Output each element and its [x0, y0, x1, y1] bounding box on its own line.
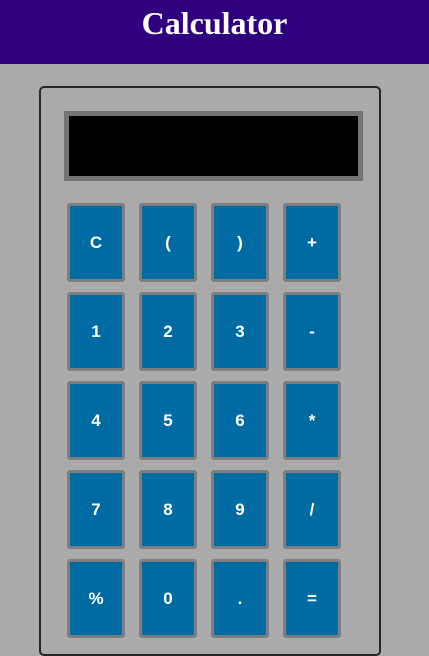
- key-label: 1: [91, 321, 101, 341]
- calculator-body: C ( ) + 1 2 3 - 4 5 6 * 7 8 9 / % 0 . =: [39, 86, 381, 656]
- key-label: 8: [163, 499, 173, 519]
- close-paren-button[interactable]: ): [211, 203, 269, 282]
- key-label: C: [89, 232, 103, 252]
- divide-button[interactable]: /: [283, 470, 341, 549]
- key-label: *: [308, 410, 316, 430]
- minus-button[interactable]: -: [283, 292, 341, 371]
- app-header: Calculator: [0, 0, 429, 64]
- key-label: .: [237, 588, 243, 608]
- key-label: 7: [91, 499, 101, 519]
- digit-2-button[interactable]: 2: [139, 292, 197, 371]
- calculator-display: [64, 111, 363, 181]
- digit-5-button[interactable]: 5: [139, 381, 197, 460]
- key-label: 4: [91, 410, 101, 430]
- digit-9-button[interactable]: 9: [211, 470, 269, 549]
- digit-8-button[interactable]: 8: [139, 470, 197, 549]
- key-label: 6: [235, 410, 245, 430]
- digit-0-button[interactable]: 0: [139, 559, 197, 638]
- key-label: 2: [163, 321, 173, 341]
- plus-button[interactable]: +: [283, 203, 341, 282]
- digit-1-button[interactable]: 1: [67, 292, 125, 371]
- key-label: (: [165, 232, 171, 252]
- key-label: -: [309, 321, 315, 341]
- key-label: 9: [235, 499, 245, 519]
- key-label: ): [237, 232, 243, 252]
- key-label: 3: [235, 321, 245, 341]
- key-label: +: [307, 232, 317, 252]
- clear-button[interactable]: C: [67, 203, 125, 282]
- key-label: /: [309, 499, 315, 519]
- key-label: 0: [163, 588, 173, 608]
- digit-3-button[interactable]: 3: [211, 292, 269, 371]
- page-title: Calculator: [141, 5, 288, 41]
- multiply-button[interactable]: *: [283, 381, 341, 460]
- key-label: 5: [163, 410, 173, 430]
- equals-button[interactable]: =: [283, 559, 341, 638]
- open-paren-button[interactable]: (: [139, 203, 197, 282]
- digit-7-button[interactable]: 7: [67, 470, 125, 549]
- digit-4-button[interactable]: 4: [67, 381, 125, 460]
- decimal-point-button[interactable]: .: [211, 559, 269, 638]
- percent-button[interactable]: %: [67, 559, 125, 638]
- key-label: %: [88, 588, 104, 608]
- key-label: =: [307, 588, 317, 608]
- digit-6-button[interactable]: 6: [211, 381, 269, 460]
